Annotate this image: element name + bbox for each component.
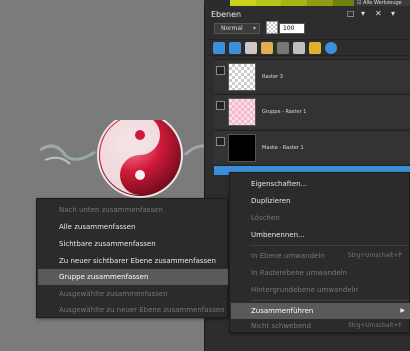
menu-item-properties[interactable]: Eigenschaften... <box>231 176 410 192</box>
layer-thumbnail <box>228 63 256 91</box>
palette-title: Ebenen <box>211 10 242 19</box>
visibility-icon[interactable] <box>216 137 225 146</box>
menu-item-convert-raster[interactable]: In Rasterebene umwandeln <box>231 265 410 281</box>
layer-thumbnail <box>228 98 256 126</box>
delete-icon[interactable] <box>277 41 289 54</box>
chevron-down-icon: ▾ <box>252 25 256 32</box>
merge-submenu: Nach unten zusammenfassen Alle zusammenf… <box>36 198 228 318</box>
menu-item-merge-selected-new[interactable]: Ausgewählte zu neuer Ebene zusammenfasse… <box>38 302 228 318</box>
menu-item-merge-visible-new[interactable]: Zu neuer sichtbarer Ebene zusammenfassen <box>38 253 228 269</box>
menu-item-merge[interactable]: Zusammenführen ▶ <box>231 303 410 319</box>
layer-row-raster-3[interactable]: Raster 3 <box>214 59 410 93</box>
layer-context-menu: Eigenschaften... Duplizieren Löschen Umb… <box>229 172 410 333</box>
new-raster-layer-icon[interactable] <box>213 41 225 54</box>
menu-item-label: Eigenschaften... <box>251 180 308 188</box>
submenu-arrow-icon: ▶ <box>400 307 405 314</box>
menu-item-label: In Ebene umwandeln <box>251 252 325 260</box>
menu-item-label: Hintergrundebene umwandeln <box>251 286 358 294</box>
menu-item-label: Nicht schwebend <box>251 322 312 330</box>
menu-item-label: In Rasterebene umwandeln <box>251 269 348 277</box>
visibility-icon[interactable] <box>216 101 225 110</box>
mask-thumbnail <box>228 134 256 162</box>
menu-item-not-floating[interactable]: Nicht schwebend Strg+Umschalt+F <box>231 318 410 334</box>
menu-item-merge-group[interactable]: Gruppe zusammenfassen <box>38 269 228 285</box>
menu-item-label: Zusammenführen <box>251 307 314 315</box>
menu-item-delete[interactable]: Löschen <box>231 210 410 226</box>
link-icon[interactable] <box>293 41 305 54</box>
menu-item-merge-down[interactable]: Nach unten zusammenfassen <box>38 202 228 218</box>
menu-item-merge-all[interactable]: Alle zusammenfassen <box>38 219 228 235</box>
menu-item-duplicate[interactable]: Duplizieren <box>231 193 410 209</box>
duplicate-icon[interactable] <box>261 41 273 54</box>
shortcut-label: Strg+Umschalt+F <box>348 322 402 329</box>
menu-item-label: Umbenennen... <box>251 231 305 239</box>
new-vector-layer-icon[interactable] <box>229 41 241 54</box>
menu-item-convert-background[interactable]: Hintergrundebene umwandeln <box>231 282 410 298</box>
layer-row-group[interactable]: Gruppe - Raster 1 <box>214 94 410 129</box>
opacity-preview <box>266 21 278 34</box>
dropdown-icon[interactable]: ▾ <box>391 9 395 18</box>
blend-mode-select[interactable]: Normal ▾ <box>214 23 260 34</box>
expand-icon[interactable]: ▾ <box>361 9 365 18</box>
menu-item-label: Duplizieren <box>251 197 291 205</box>
layers-toolbar <box>205 39 410 56</box>
layer-row-mask[interactable]: Maske - Raster 1 <box>214 130 410 164</box>
close-icon[interactable]: ✕ <box>375 9 382 18</box>
opacity-input[interactable]: 100 <box>279 23 305 34</box>
layer-name: Raster 3 <box>262 74 283 80</box>
visibility-icon[interactable] <box>216 66 225 75</box>
menu-item-merge-visible[interactable]: Sichtbare zusammenfassen <box>38 236 228 252</box>
menu-item-convert-layer[interactable]: In Ebene umwandeln Strg+Umschalt+P <box>231 248 410 264</box>
layer-name: Gruppe - Raster 1 <box>262 109 307 115</box>
layer-name: Maske - Raster 1 <box>262 145 304 151</box>
menu-item-rename[interactable]: Umbenennen... <box>231 227 410 243</box>
shortcut-label: Strg+Umschalt+P <box>347 252 402 259</box>
properties-icon[interactable] <box>325 41 337 54</box>
menu-item-label: Löschen <box>251 214 280 222</box>
menu-item-merge-selected[interactable]: Ausgewählte zusammenfassen <box>38 286 228 302</box>
lock-icon[interactable] <box>309 41 321 54</box>
menu-separator <box>250 245 408 246</box>
menu-separator <box>250 300 408 301</box>
restore-icon[interactable]: □ <box>347 9 355 18</box>
new-mask-icon[interactable] <box>245 41 257 54</box>
blend-mode-value: Normal <box>221 25 243 32</box>
